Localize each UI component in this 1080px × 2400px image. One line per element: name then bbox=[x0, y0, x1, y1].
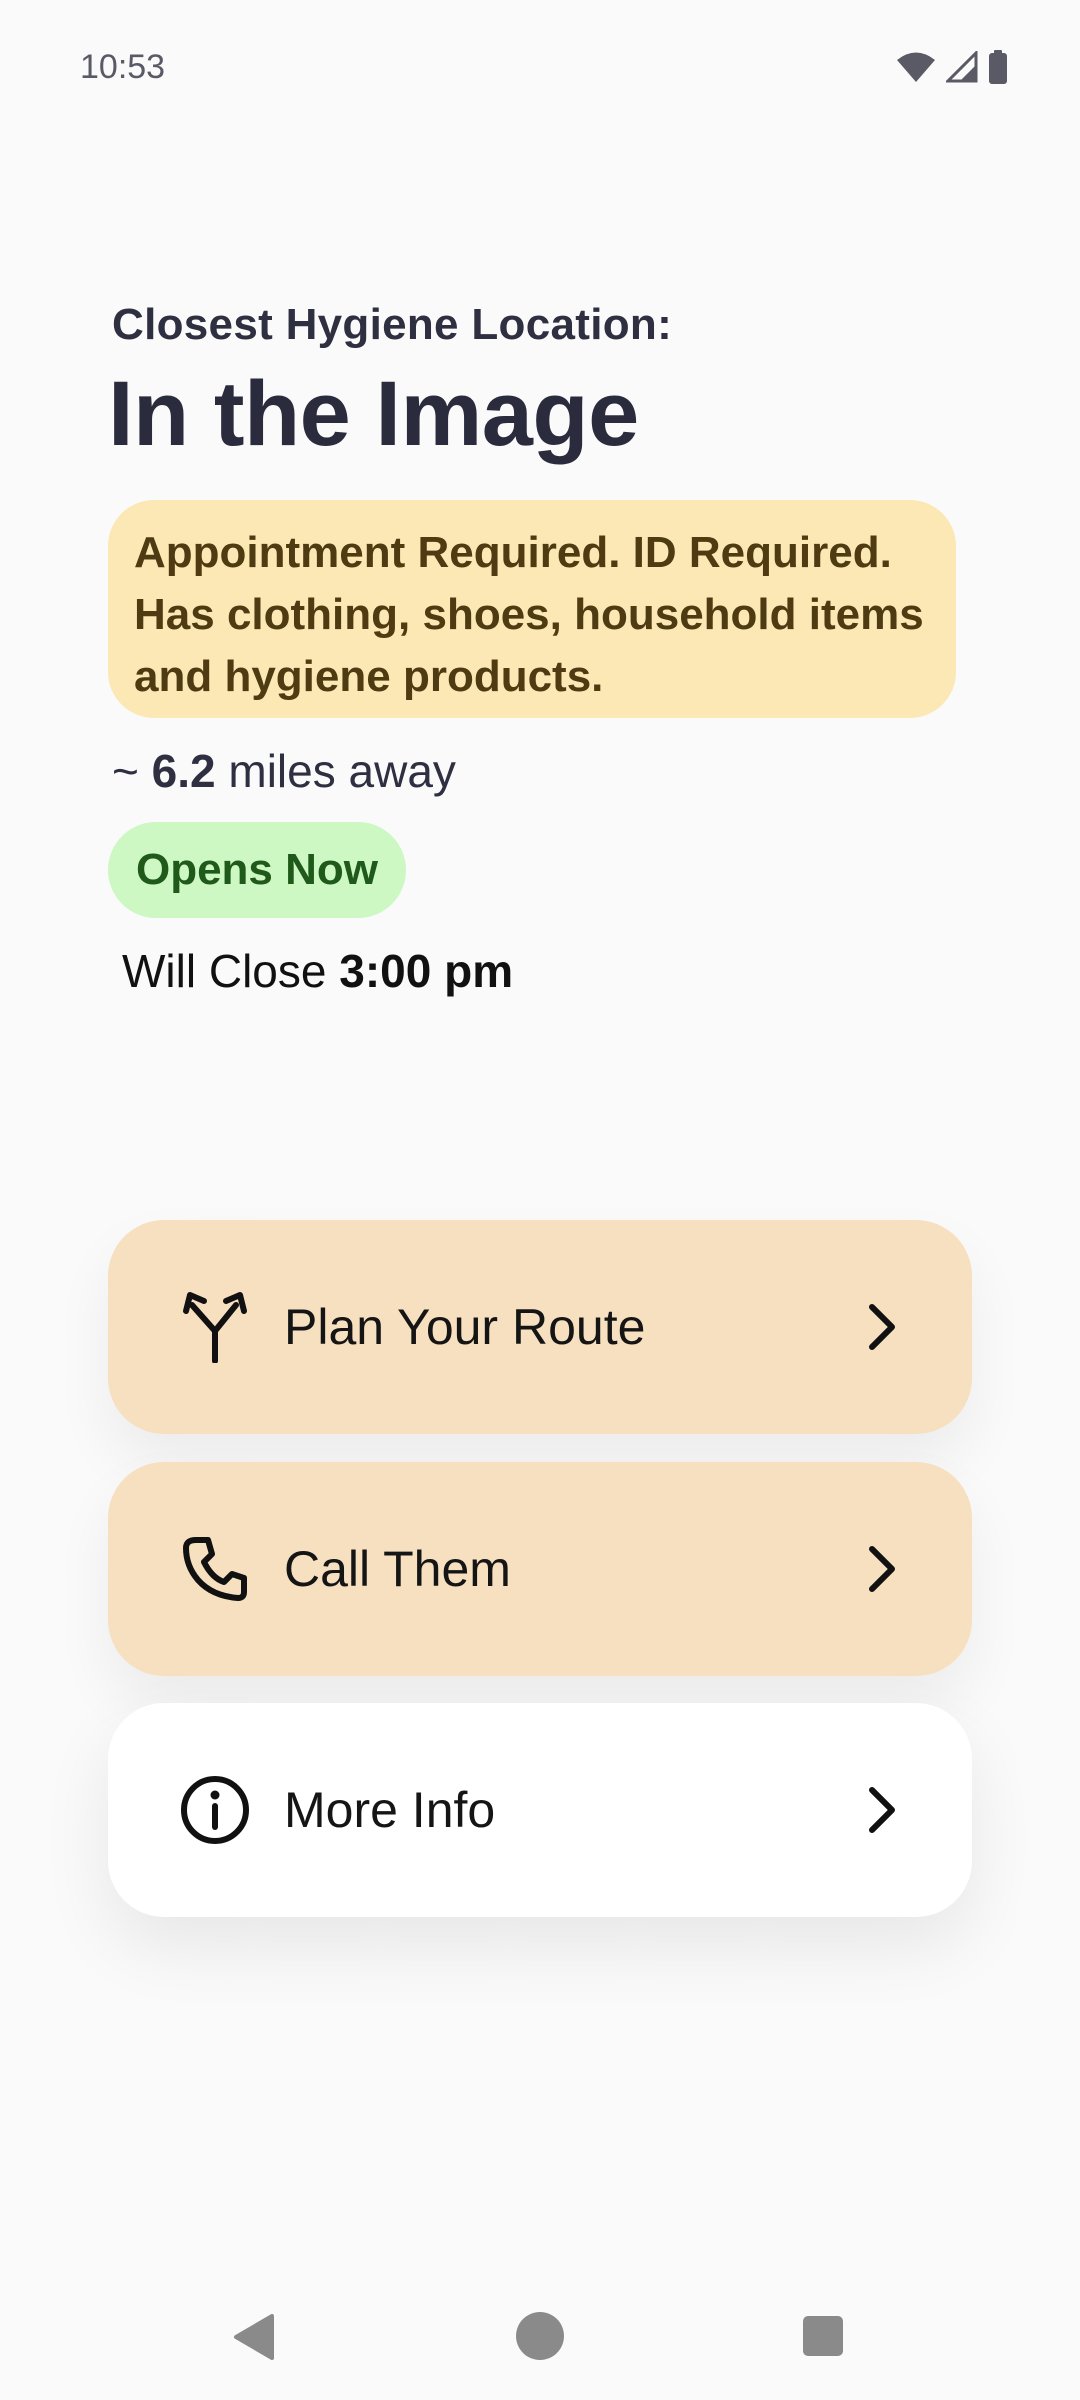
status-icons bbox=[896, 50, 1008, 84]
chevron-right-icon bbox=[862, 1539, 902, 1599]
chevron-right-icon bbox=[862, 1297, 902, 1357]
back-icon[interactable] bbox=[232, 2314, 274, 2365]
chevron-right-icon bbox=[862, 1780, 902, 1840]
call-them-label: Call Them bbox=[284, 1541, 511, 1597]
distance-text: ~ 6.2 miles away bbox=[112, 744, 456, 798]
plan-route-button[interactable]: Plan Your Route bbox=[108, 1220, 972, 1434]
phone-icon bbox=[180, 1534, 250, 1604]
cell-signal-icon bbox=[946, 51, 978, 83]
status-bar: 10:53 bbox=[0, 0, 1080, 135]
open-status-badge: Opens Now bbox=[108, 822, 406, 918]
screen: 10:53 Closest Hygiene Location: In the I… bbox=[0, 0, 1080, 2400]
closing-prefix: Will Close bbox=[122, 945, 327, 997]
location-title: In the Image bbox=[108, 363, 639, 465]
more-info-button[interactable]: More Info bbox=[108, 1703, 972, 1917]
recents-icon[interactable] bbox=[803, 2316, 843, 2356]
closing-time: Will Close 3:00 pm bbox=[122, 944, 513, 998]
more-info-label: More Info bbox=[284, 1782, 496, 1838]
call-them-button[interactable]: Call Them bbox=[108, 1462, 972, 1676]
closing-time-value: 3:00 pm bbox=[339, 945, 514, 997]
requirements-notice: Appointment Required. ID Required. Has c… bbox=[108, 500, 956, 718]
location-subtitle: Closest Hygiene Location: bbox=[112, 300, 673, 349]
distance-suffix: miles away bbox=[228, 745, 456, 797]
distance-prefix: ~ bbox=[112, 745, 139, 797]
status-time: 10:53 bbox=[80, 48, 166, 86]
wifi-icon bbox=[896, 51, 936, 83]
home-icon[interactable] bbox=[516, 2312, 564, 2360]
battery-icon bbox=[988, 50, 1008, 84]
distance-value: 6.2 bbox=[151, 745, 216, 797]
plan-route-label: Plan Your Route bbox=[284, 1299, 646, 1355]
route-fork-icon bbox=[180, 1292, 250, 1363]
info-circle-icon bbox=[180, 1775, 250, 1845]
